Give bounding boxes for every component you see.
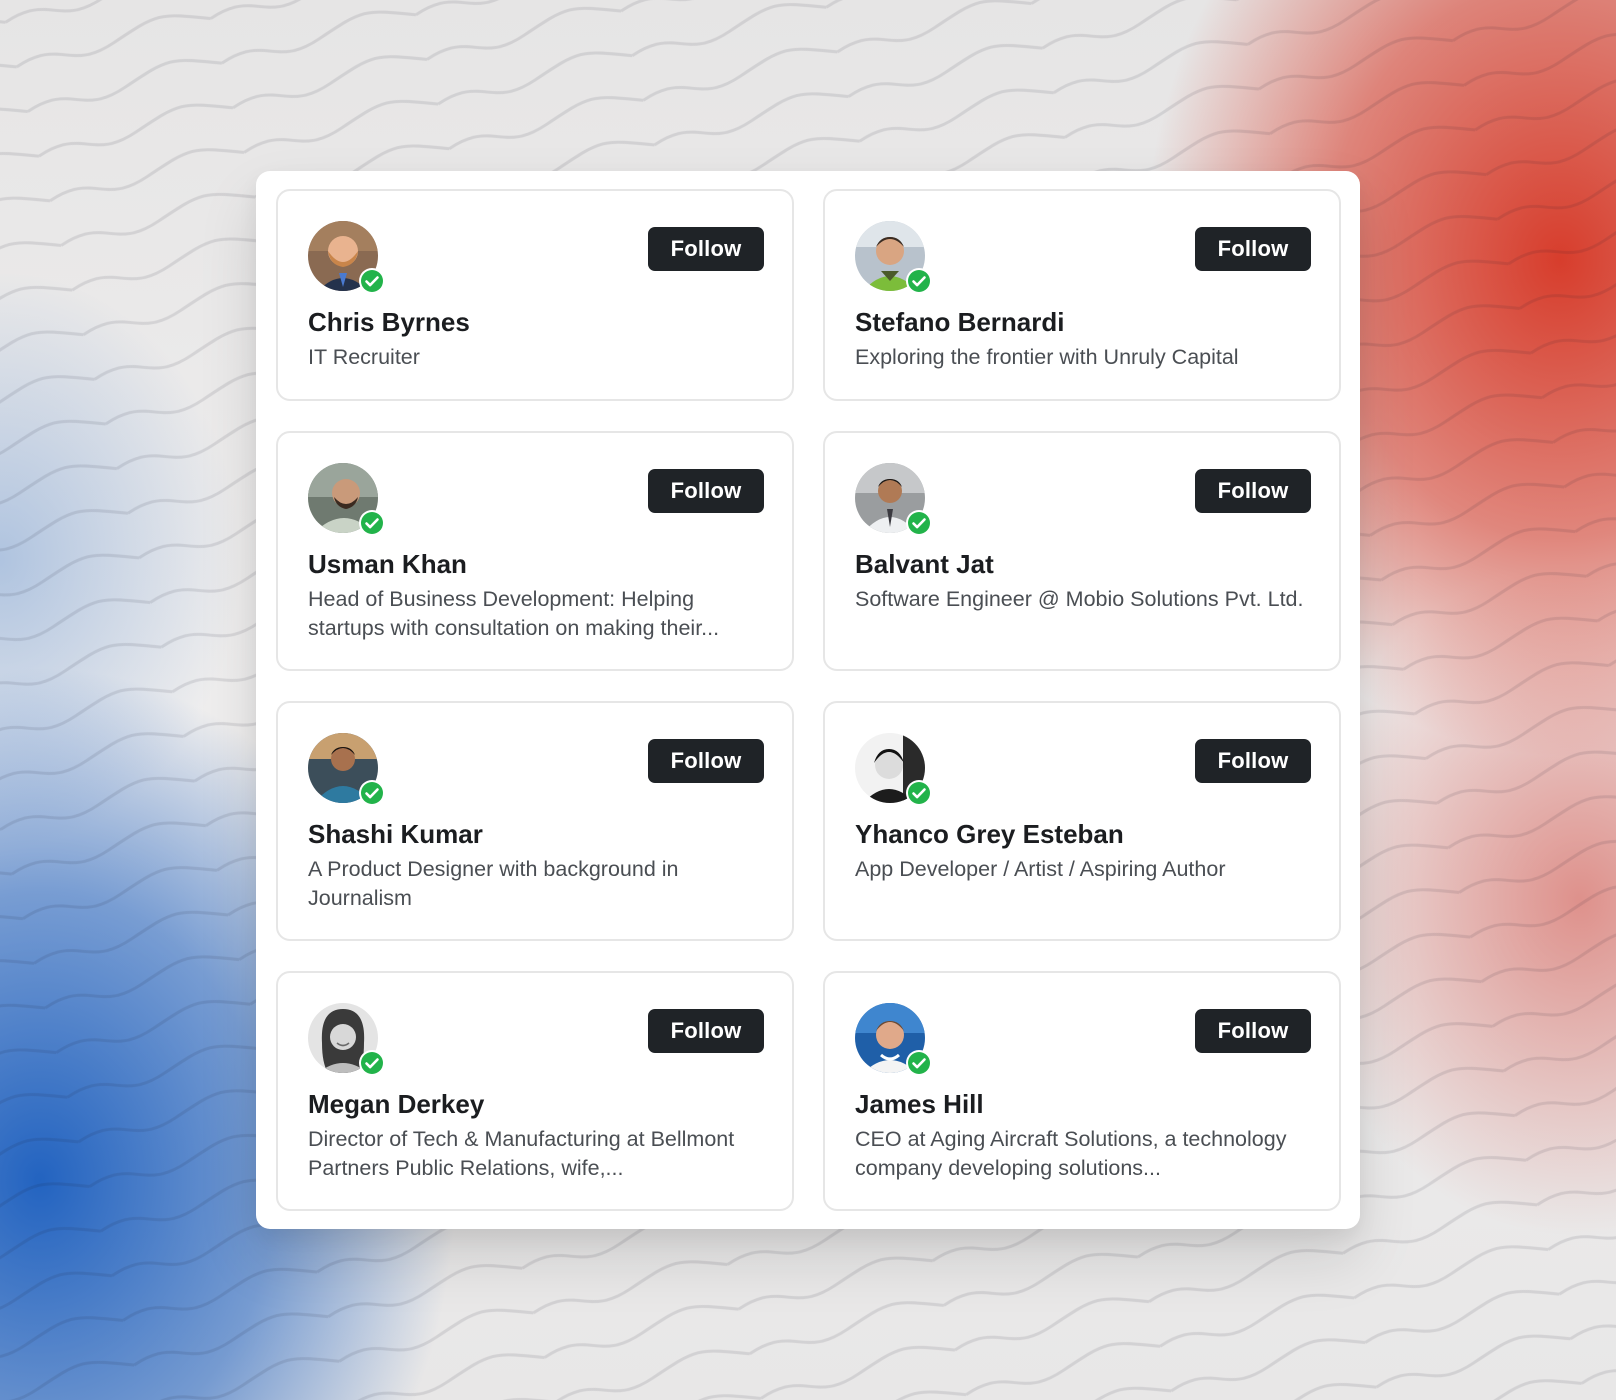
follow-button[interactable]: Follow xyxy=(1195,739,1311,783)
profile-name[interactable]: Balvant Jat xyxy=(855,549,994,580)
profile-card: Follow Shashi Kumar A Product Designer w… xyxy=(276,701,794,941)
verified-check-icon xyxy=(906,510,932,536)
avatar-container xyxy=(855,733,932,806)
avatar-container xyxy=(308,221,385,294)
profile-name[interactable]: Stefano Bernardi xyxy=(855,307,1065,338)
profile-card: Follow Chris Byrnes IT Recruiter xyxy=(276,189,794,401)
profile-headline: Director of Tech & Manufacturing at Bell… xyxy=(308,1127,735,1180)
profile-headline: Exploring the frontier with Unruly Capit… xyxy=(855,345,1239,369)
verified-check-icon xyxy=(906,1050,932,1076)
verified-check-icon xyxy=(906,780,932,806)
profile-card: Follow Yhanco Grey Esteban App Developer… xyxy=(823,701,1341,941)
follow-button[interactable]: Follow xyxy=(648,1009,764,1053)
profile-name[interactable]: James Hill xyxy=(855,1089,984,1120)
avatar-container xyxy=(308,1003,385,1076)
verified-check-icon xyxy=(359,510,385,536)
profile-card: Follow Balvant Jat Software Engineer @ M… xyxy=(823,431,1341,671)
profile-name[interactable]: Yhanco Grey Esteban xyxy=(855,819,1124,850)
profile-name[interactable]: Shashi Kumar xyxy=(308,819,483,850)
profile-card: Follow Stefano Bernardi Exploring the fr… xyxy=(823,189,1341,401)
verified-check-icon xyxy=(359,1050,385,1076)
profile-name[interactable]: Usman Khan xyxy=(308,549,467,580)
profile-headline: CEO at Aging Aircraft Solutions, a techn… xyxy=(855,1127,1287,1180)
profile-name[interactable]: Megan Derkey xyxy=(308,1089,484,1120)
profile-headline: Software Engineer @ Mobio Solutions Pvt.… xyxy=(855,587,1304,611)
avatar-container xyxy=(855,221,932,294)
profile-headline: Head of Business Development: Helping st… xyxy=(308,587,720,640)
suggestions-panel: Follow Chris Byrnes IT Recruiter Follow … xyxy=(256,171,1360,1229)
follow-button[interactable]: Follow xyxy=(1195,469,1311,513)
profile-card: Follow James Hill CEO at Aging Aircraft … xyxy=(823,971,1341,1211)
profile-headline: App Developer / Artist / Aspiring Author xyxy=(855,857,1226,881)
avatar-container xyxy=(855,463,932,536)
profile-card: Follow Usman Khan Head of Business Devel… xyxy=(276,431,794,671)
follow-button[interactable]: Follow xyxy=(648,739,764,783)
avatar-container xyxy=(855,1003,932,1076)
profile-name[interactable]: Chris Byrnes xyxy=(308,307,470,338)
verified-check-icon xyxy=(906,268,932,294)
profile-headline: IT Recruiter xyxy=(308,345,420,369)
profile-card: Follow Megan Derkey Director of Tech & M… xyxy=(276,971,794,1211)
follow-button[interactable]: Follow xyxy=(1195,227,1311,271)
verified-check-icon xyxy=(359,780,385,806)
follow-button[interactable]: Follow xyxy=(648,227,764,271)
avatar-container xyxy=(308,463,385,536)
follow-button[interactable]: Follow xyxy=(1195,1009,1311,1053)
avatar-container xyxy=(308,733,385,806)
follow-button[interactable]: Follow xyxy=(648,469,764,513)
verified-check-icon xyxy=(359,268,385,294)
profile-headline: A Product Designer with background in Jo… xyxy=(308,857,679,910)
